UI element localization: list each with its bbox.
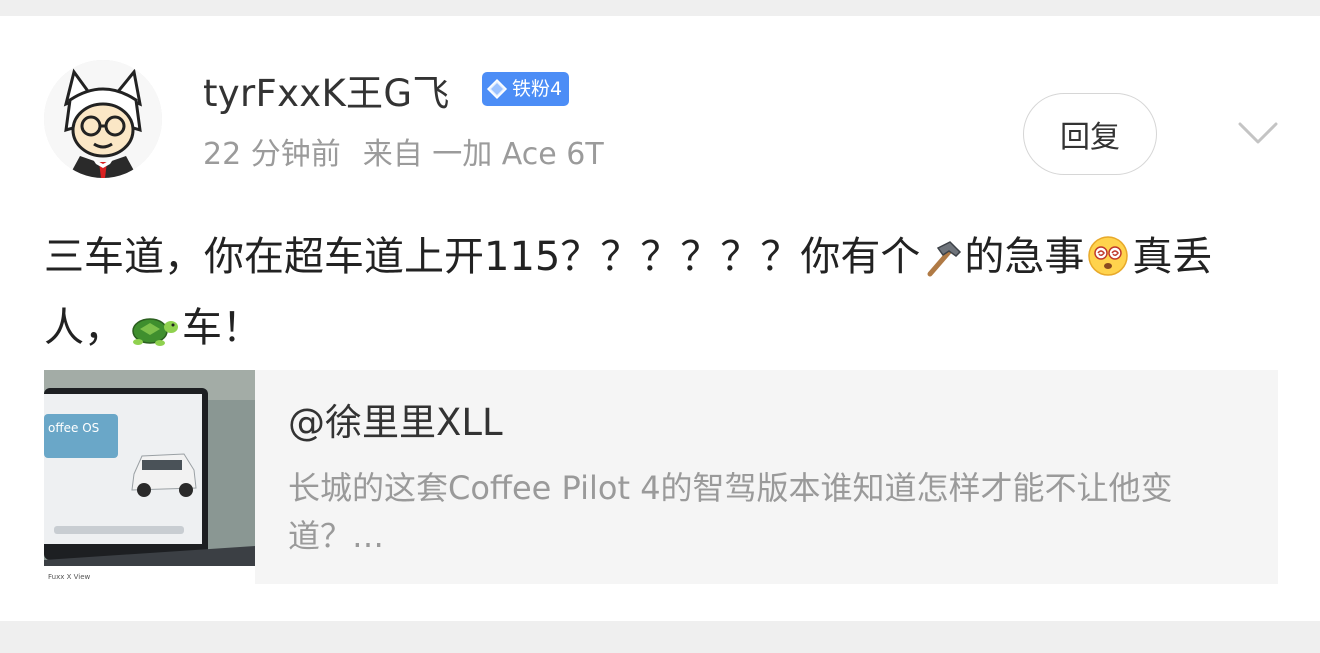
- comment-content: 三车道，你在超车道上开115？？？？？？你有个 的急事 真丢人， 车！: [44, 226, 1276, 368]
- fan-level-badge[interactable]: 铁粉4: [482, 72, 570, 106]
- avatar[interactable]: [44, 60, 162, 178]
- comment-text-part2: 的急事: [964, 234, 1085, 280]
- comment-source: 来自 一加 Ace 6T: [362, 137, 604, 172]
- comment-time: 22 分钟前: [203, 137, 341, 172]
- fan-badge-label: 铁粉4: [512, 78, 563, 100]
- dizzy-face-emoji: [1086, 234, 1130, 297]
- thumbnail-footer-text: Fuxx X View: [48, 573, 90, 581]
- comment-meta: 22 分钟前 来自 一加 Ace 6T: [203, 136, 604, 174]
- thumbnail-screen-text: offee OS: [48, 421, 99, 435]
- reply-button[interactable]: 回复: [1023, 93, 1157, 175]
- diamond-icon: [486, 78, 508, 100]
- username[interactable]: tyrFxxK王G飞: [203, 72, 450, 116]
- quoted-text: 长城的这套Coffee Pilot 4的智驾版本谁知道怎样才能不让他变道？…: [288, 469, 1173, 555]
- turtle-emoji: [126, 305, 180, 368]
- chevron-down-icon[interactable]: [1236, 116, 1280, 152]
- cartoon-avatar-image: [44, 60, 162, 178]
- quoted-post[interactable]: offee OS Fuxx X View @徐里里XLL 长城的这套Coffee…: [44, 370, 1278, 584]
- comment-text-part4: 车！: [182, 305, 262, 351]
- quoted-post-thumbnail[interactable]: offee OS Fuxx X View: [44, 370, 255, 584]
- quoted-author[interactable]: @徐里里XLL: [288, 400, 503, 446]
- comment-card: tyrFxxK王G飞 铁粉4 22 分钟前 来自 一加 Ace 6T 回复 三车道…: [0, 16, 1320, 621]
- hammer-emoji: [922, 234, 962, 297]
- comment-text-part1: 三车道，你在超车道上开115？？？？？？你有个: [44, 234, 921, 280]
